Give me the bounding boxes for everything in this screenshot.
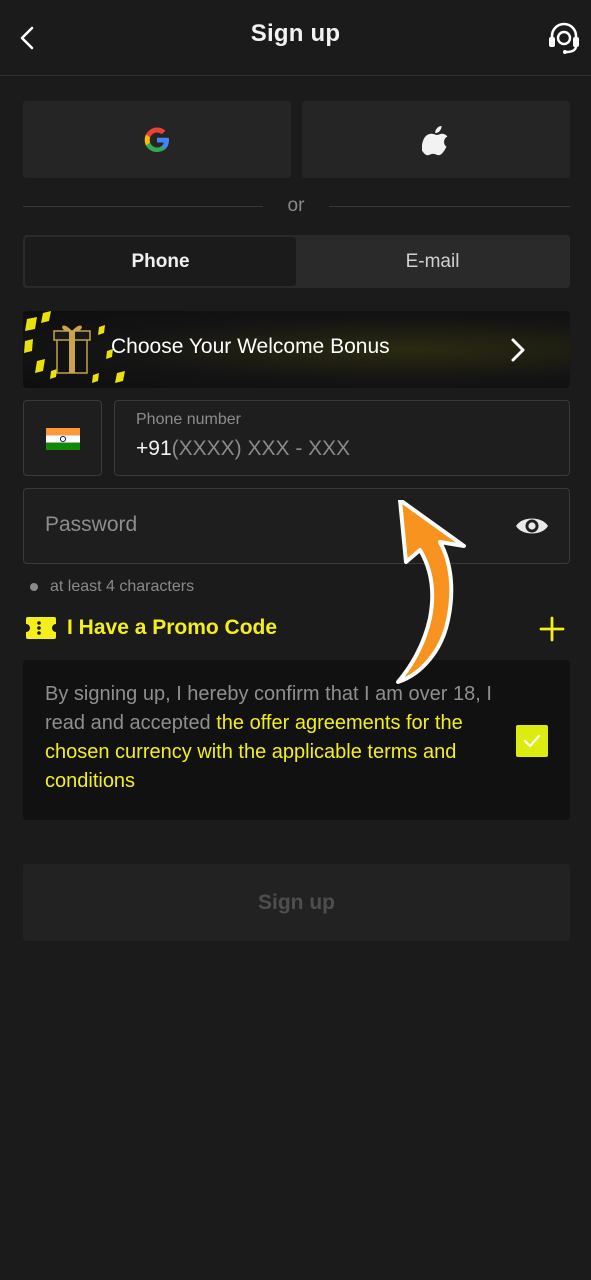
phone-number-label: Phone number (136, 411, 241, 428)
india-flag-icon (46, 428, 80, 450)
tab-phone[interactable]: Phone (25, 237, 296, 286)
google-icon (144, 127, 169, 152)
checkmark-icon (523, 734, 541, 748)
promo-code-label: I Have a Promo Code (67, 616, 278, 639)
apple-signin-button[interactable] (302, 101, 570, 178)
terms-checkbox[interactable] (516, 725, 548, 757)
page-title: Sign up (250, 20, 341, 47)
phone-number-value: +91(XXXX) XXX - XXX (136, 437, 350, 461)
phone-number-placeholder: (XXXX) XXX - XXX (171, 437, 351, 460)
welcome-bonus-label: Choose Your Welcome Bonus (111, 335, 390, 358)
country-selector[interactable] (23, 400, 102, 476)
apple-icon (422, 125, 448, 155)
annotation-arrow-icon (396, 500, 466, 684)
or-divider-text: or (287, 195, 305, 216)
chevron-right-icon (511, 338, 525, 362)
signup-method-tabs: Phone E-mail (23, 235, 570, 288)
terms-agreement-box: By signing up, I hereby confirm that I a… (23, 660, 570, 820)
eye-icon[interactable] (514, 511, 550, 541)
welcome-bonus-banner[interactable]: Choose Your Welcome Bonus (23, 311, 570, 388)
password-hint-text: at least 4 characters (50, 578, 195, 595)
password-input[interactable]: Password (23, 488, 570, 564)
signup-submit-button[interactable]: Sign up (23, 864, 570, 941)
tab-email[interactable]: E-mail (297, 237, 568, 286)
phone-number-input[interactable]: Phone number +91(XXXX) XXX - XXX (114, 400, 570, 476)
promo-code-toggle[interactable]: I Have a Promo Code (25, 614, 277, 642)
plus-icon[interactable] (538, 615, 566, 643)
phone-country-code: +91 (136, 437, 172, 460)
google-signin-button[interactable] (23, 101, 291, 178)
divider-right (329, 206, 570, 207)
app-header: Sign up (0, 0, 591, 76)
password-hint: at least 4 characters (30, 578, 194, 596)
password-placeholder: Password (45, 513, 138, 536)
hint-bullet (30, 583, 38, 591)
signup-screen: Sign up or Phone E-mail Choose Your Welc… (0, 0, 591, 1280)
support-button[interactable] (546, 20, 582, 56)
divider-left (23, 206, 263, 207)
headset-support-icon (549, 22, 579, 54)
terms-text: By signing up, I hereby confirm that I a… (45, 680, 505, 796)
ticket-icon (26, 617, 56, 639)
